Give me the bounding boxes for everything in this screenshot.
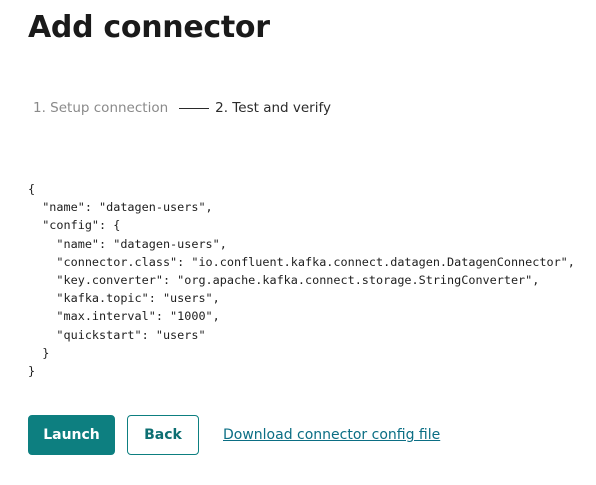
stepper: 1. Setup connection 2. Test and verify xyxy=(33,98,331,118)
page-title: Add connector xyxy=(28,10,270,45)
launch-button[interactable]: Launch xyxy=(28,415,115,455)
download-config-link[interactable]: Download connector config file xyxy=(223,425,440,445)
step-setup-connection[interactable]: 1. Setup connection xyxy=(33,98,168,118)
step-test-and-verify: 2. Test and verify xyxy=(215,100,331,116)
step-connector-line xyxy=(179,107,210,109)
connector-config-preview: { "name": "datagen-users", "config": { "… xyxy=(28,182,575,379)
back-button[interactable]: Back xyxy=(127,415,199,455)
